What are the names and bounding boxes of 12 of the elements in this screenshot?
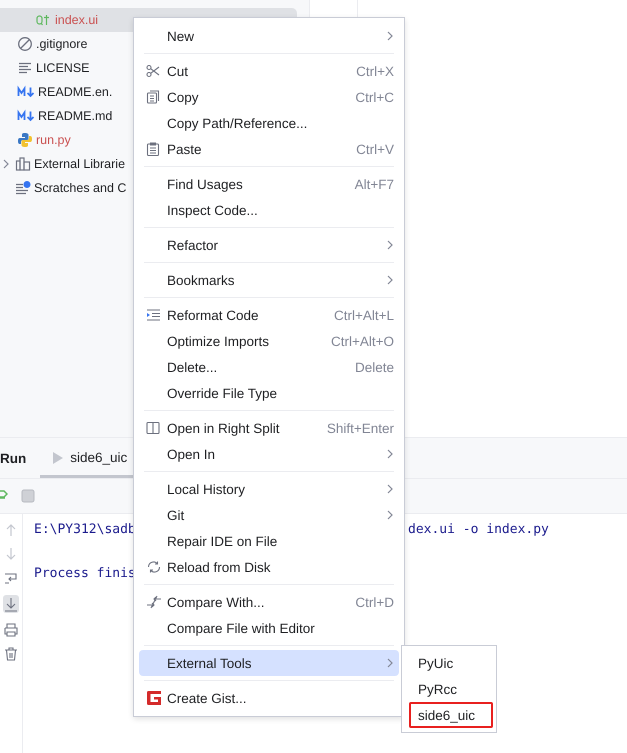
shortcut-text: Shift+Enter [326,420,394,436]
panel-title: Run [0,451,26,468]
shortcut-text: Ctrl+X [356,64,394,78]
shortcut-text: Ctrl+V [356,142,394,156]
shortcut-text: Ctrl+Alt+L [334,308,394,322]
shortcut-text: Ctrl+Alt+O [330,334,394,348]
shortcut-text: Alt+F7 [354,176,394,192]
console-text: dex.ui -o index.py [408,522,549,536]
console-text: E:\PY312\sadb [34,522,136,536]
shortcut-text: Delete [354,360,394,374]
shortcut-text: Ctrl+D [355,594,394,610]
shortcut-text: Ctrl+C [355,90,394,104]
